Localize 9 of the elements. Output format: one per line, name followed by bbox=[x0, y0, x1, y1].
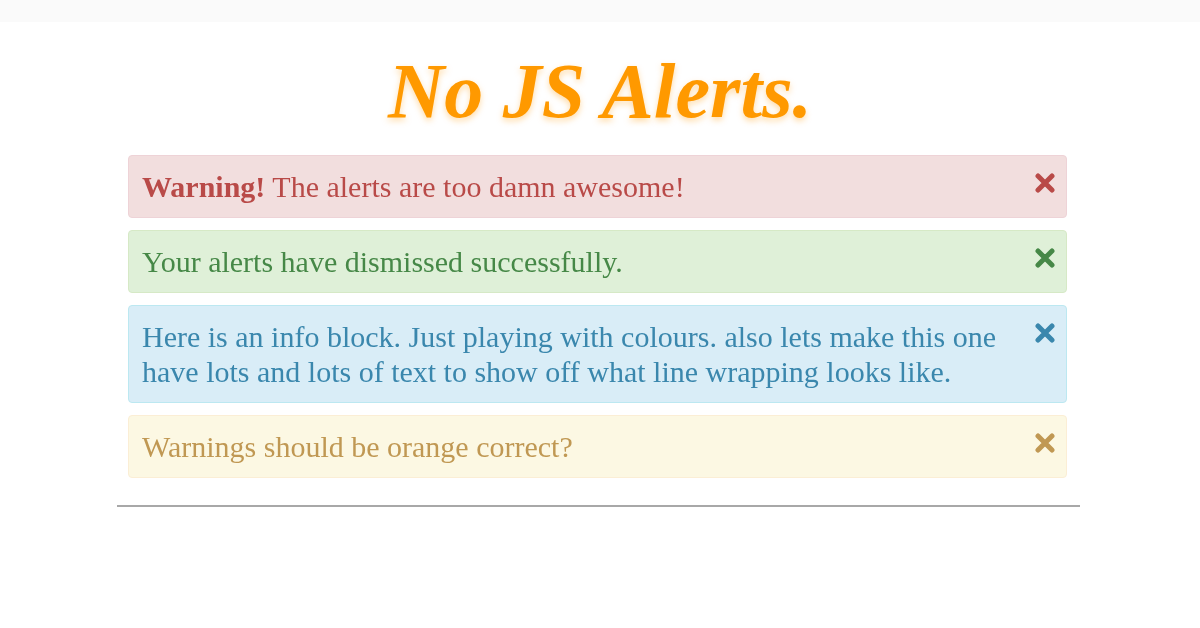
alert-message: Warnings should be orange correct? bbox=[142, 429, 574, 464]
close-icon[interactable] bbox=[1035, 433, 1055, 453]
alert-message: Your alerts have dismissed successfully. bbox=[142, 244, 624, 279]
alert-message: Here is an info block. Just playing with colours. also lets make this one have lots and lots of text to show off what line wrapping looks like. bbox=[142, 319, 998, 389]
page-title: No JS Alerts. bbox=[388, 51, 812, 130]
close-icon[interactable] bbox=[1035, 323, 1055, 343]
close-icon[interactable] bbox=[1035, 173, 1055, 193]
alert-message: Warning! The alerts are too damn awesome! bbox=[142, 169, 686, 204]
close-icon[interactable] bbox=[1035, 248, 1055, 268]
